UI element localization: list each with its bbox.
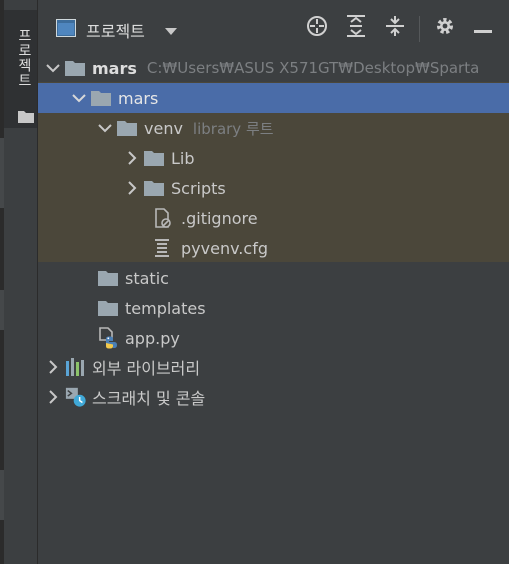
folder-icon: [117, 113, 139, 143]
tree-item-label: venv: [144, 118, 183, 138]
project-tool-tab-label: 프로젝트: [16, 28, 32, 88]
crosshair-icon: [306, 15, 328, 41]
view-selector-label: 프로젝트: [86, 22, 145, 41]
tree-item-label: 외부 라이브러리: [92, 359, 201, 378]
tree-item-pyvenv[interactable]: pyvenv.cfg: [38, 233, 509, 263]
tree-item-label: pyvenv.cfg: [181, 238, 268, 258]
project-tree: mars C:₩Users₩ASUS X571GT₩Desktop₩Sparta…: [38, 52, 509, 564]
strip-divider-mark: [0, 138, 4, 208]
chevron-down-icon[interactable]: [45, 53, 61, 83]
settings-button[interactable]: [434, 17, 456, 39]
chevron-down-icon[interactable]: [71, 83, 87, 113]
strip-divider-mark: [0, 290, 4, 330]
scratch-console-icon: [65, 382, 87, 412]
tool-window-strip: 프로젝트: [0, 0, 37, 564]
project-tool-tab[interactable]: 프로젝트: [4, 10, 37, 128]
collapse-all-icon: [385, 15, 405, 41]
tree-item-label: mars: [118, 88, 159, 108]
tree-item-label: app.py: [125, 328, 180, 348]
tree-item-label: static: [125, 268, 169, 288]
expand-all-button[interactable]: [345, 15, 367, 41]
chevron-right-icon[interactable]: [124, 143, 140, 173]
tree-item-app-py[interactable]: app.py: [38, 323, 509, 353]
tree-item-gitignore[interactable]: .gitignore: [38, 203, 509, 233]
chevron-right-icon[interactable]: [45, 352, 61, 382]
folder-icon: [18, 108, 34, 127]
chevron-right-icon[interactable]: [45, 382, 61, 412]
python-file-icon: [98, 323, 120, 353]
tree-item-mars-folder[interactable]: mars: [38, 83, 509, 113]
tree-item-scratches[interactable]: 스크래치 및 콘솔: [38, 382, 509, 412]
folder-icon: [144, 143, 166, 173]
chevron-down-icon: [164, 21, 177, 40]
library-root-note: library 루트: [192, 119, 274, 138]
view-selector[interactable]: 프로젝트: [56, 17, 177, 43]
folder-icon: [144, 173, 166, 203]
tree-item-path: C:₩Users₩ASUS X571GT₩Desktop₩Sparta: [146, 59, 480, 77]
tree-item-static[interactable]: static: [38, 263, 509, 293]
header-separator: [419, 16, 420, 42]
tree-item-label: 스크래치 및 콘솔: [92, 389, 206, 408]
tree-item-label: Lib: [171, 148, 195, 168]
chevron-down-icon[interactable]: [97, 113, 113, 143]
tree-item-scripts[interactable]: Scripts: [38, 173, 509, 203]
tree-item-external-libraries[interactable]: 외부 라이브러리: [38, 352, 509, 382]
project-panel: 프로젝트 mars C:₩Users₩ASUS X571GT₩Desktop₩S…: [38, 0, 509, 564]
expand-all-icon: [346, 15, 366, 41]
window-icon: [56, 19, 76, 41]
tree-item-lib[interactable]: Lib: [38, 143, 509, 173]
minimize-icon: [474, 19, 492, 38]
panel-header: 프로젝트: [38, 0, 509, 52]
tree-item-venv[interactable]: venv library 루트: [38, 113, 509, 143]
folder-icon: [65, 53, 87, 83]
locate-button[interactable]: [306, 15, 328, 41]
strip-divider-mark: [0, 470, 4, 520]
folder-icon: [98, 263, 120, 293]
hide-button[interactable]: [472, 17, 494, 39]
config-file-icon: [154, 233, 176, 263]
ignored-file-icon: [154, 203, 176, 233]
collapse-all-button[interactable]: [384, 15, 406, 41]
library-icon: [65, 352, 87, 382]
tree-item-label: Scripts: [171, 178, 226, 198]
gear-icon: [435, 16, 455, 40]
tree-item-label: .gitignore: [181, 208, 258, 228]
tree-item-root[interactable]: mars C:₩Users₩ASUS X571GT₩Desktop₩Sparta: [38, 53, 509, 83]
chevron-right-icon[interactable]: [124, 173, 140, 203]
folder-icon: [91, 83, 113, 113]
tree-item-label: templates: [125, 298, 206, 318]
tree-item-label: mars: [92, 58, 137, 78]
folder-icon: [98, 293, 120, 323]
tree-item-templates[interactable]: templates: [38, 293, 509, 323]
